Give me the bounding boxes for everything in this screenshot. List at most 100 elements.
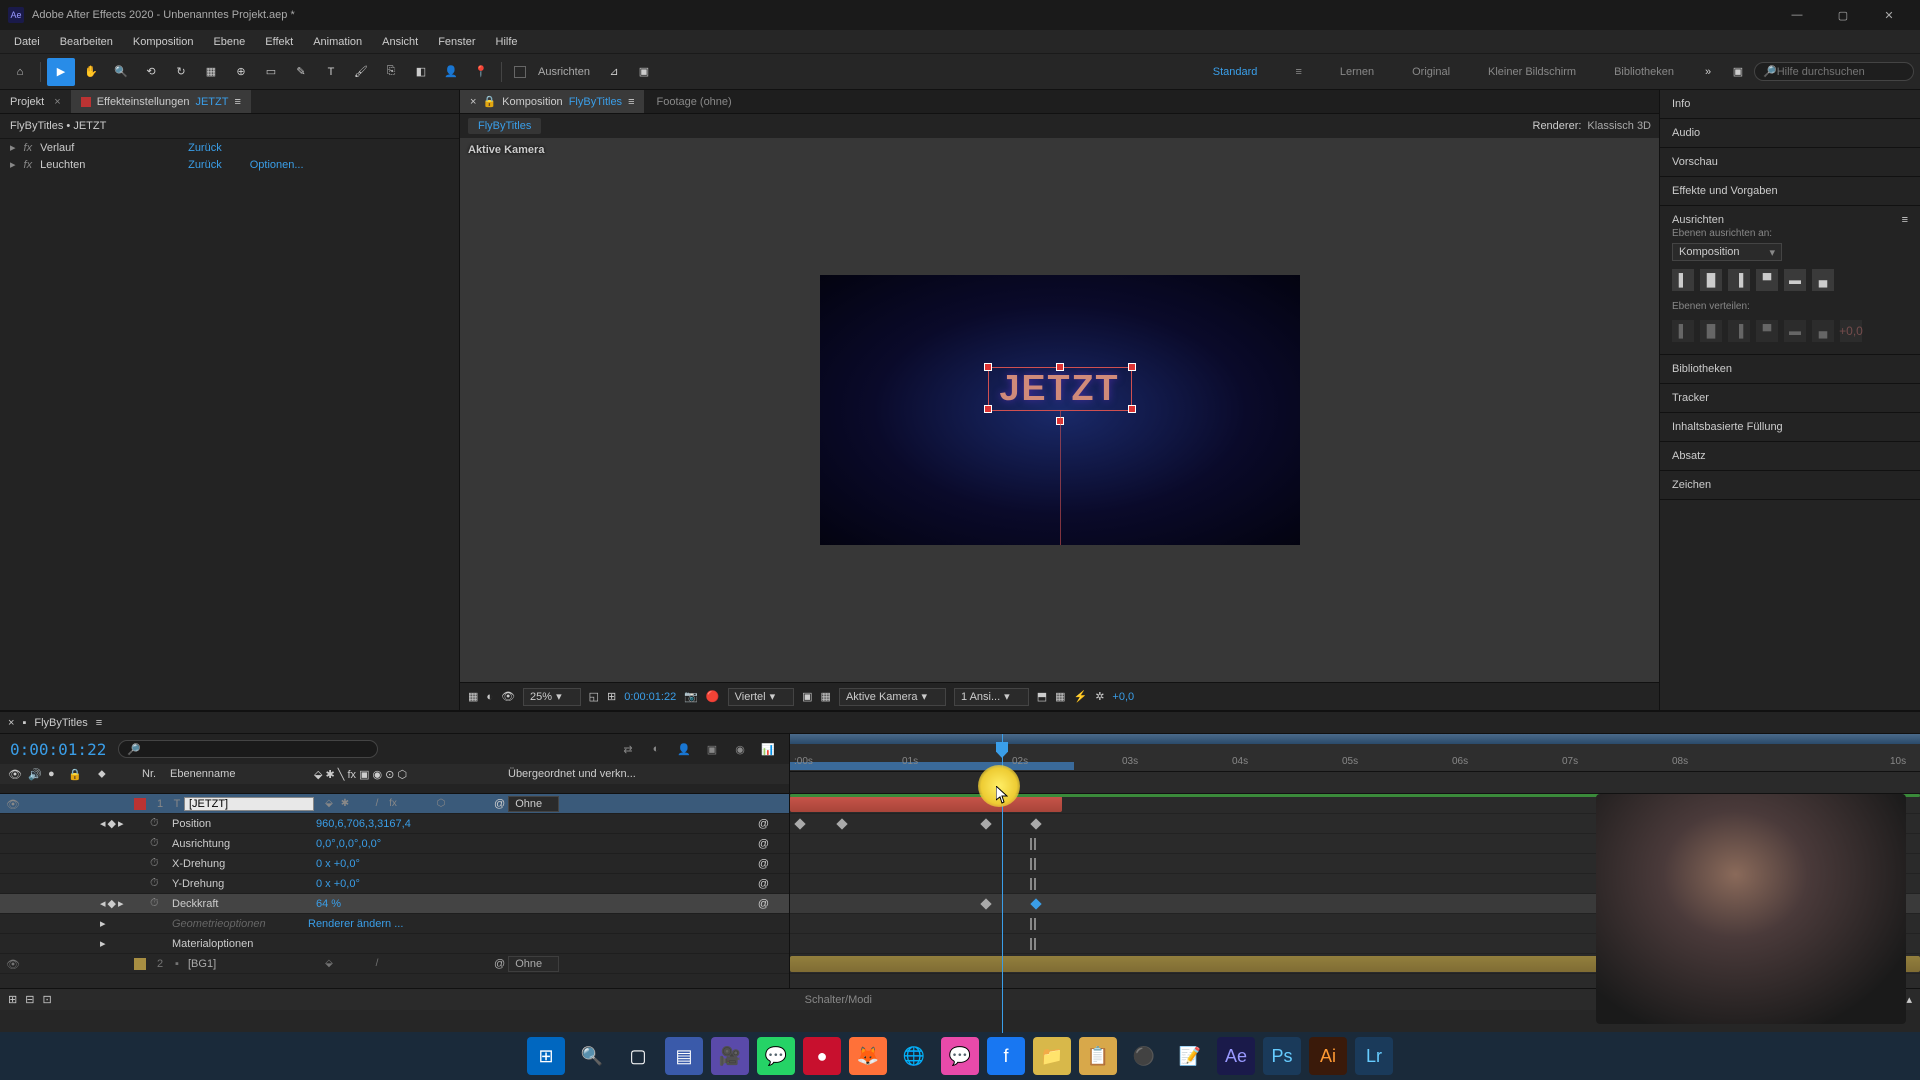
whatsapp-icon[interactable]: 💬 bbox=[757, 1037, 795, 1075]
pickwhip-icon[interactable]: @ bbox=[758, 898, 769, 910]
menu-ansicht[interactable]: Ansicht bbox=[372, 30, 428, 53]
close-icon[interactable]: × bbox=[8, 717, 14, 729]
rotate-tool[interactable]: ↻ bbox=[167, 58, 195, 86]
prop-orientation[interactable]: ⏱ Ausrichtung 0,0°,0,0°,0,0° @ bbox=[0, 834, 789, 854]
tab-effect-controls[interactable]: Effekteinstellungen JETZT ≡ bbox=[71, 90, 251, 113]
options-link[interactable]: Optionen... bbox=[250, 159, 304, 171]
reset-link[interactable]: Zurück bbox=[188, 159, 222, 171]
close-icon[interactable]: × bbox=[470, 96, 476, 108]
search-input[interactable] bbox=[1777, 66, 1905, 78]
tab-composition[interactable]: × 🔒 Komposition FlyByTitles ≡ bbox=[460, 90, 644, 113]
zoom-select[interactable]: 25% ▾ bbox=[523, 688, 581, 706]
pen-tool[interactable]: ✎ bbox=[287, 58, 315, 86]
notes-icon[interactable]: 📝 bbox=[1171, 1037, 1209, 1075]
text-tool[interactable]: T bbox=[317, 58, 345, 86]
panel-zeichen[interactable]: Zeichen bbox=[1672, 477, 1908, 493]
align-target-select[interactable]: Komposition bbox=[1672, 243, 1782, 261]
visibility-icon[interactable]: 👁 bbox=[6, 958, 18, 970]
transparency-icon[interactable]: ▦ bbox=[821, 690, 831, 703]
ai-icon[interactable]: Ai bbox=[1309, 1037, 1347, 1075]
kf-add-icon[interactable]: ◆ bbox=[108, 897, 116, 910]
time-ruler[interactable]: :00s 01s 02s 03s 04s 05s 06s 07s 08s 10s bbox=[790, 734, 1920, 772]
puppet-tool[interactable]: 📍 bbox=[467, 58, 495, 86]
panel-align-title[interactable]: Ausrichten bbox=[1672, 214, 1724, 226]
ws-more-icon[interactable]: » bbox=[1694, 58, 1722, 86]
stopwatch-icon[interactable]: ⏱ bbox=[150, 877, 168, 890]
selection-tool[interactable]: ▶ bbox=[47, 58, 75, 86]
workspace-kleiner[interactable]: Kleiner Bildschirm bbox=[1470, 54, 1594, 89]
zoom-in-icon[interactable]: ▴ bbox=[1906, 993, 1912, 1006]
maximize-button[interactable]: ▢ bbox=[1820, 0, 1866, 30]
lock-icon[interactable]: 🔒 bbox=[482, 95, 496, 108]
res-icon2[interactable]: ⊞ bbox=[607, 690, 616, 703]
pickwhip-icon[interactable]: @ bbox=[494, 958, 505, 970]
comp-flowchart-icon[interactable]: ⇄ bbox=[617, 738, 639, 760]
app-icon[interactable]: 📋 bbox=[1079, 1037, 1117, 1075]
align-left-button[interactable]: ▌ bbox=[1672, 269, 1694, 291]
clone-tool[interactable]: ⎘ bbox=[377, 58, 405, 86]
eraser-tool[interactable]: ◧ bbox=[407, 58, 435, 86]
graph-icon[interactable]: 📊 bbox=[757, 738, 779, 760]
kf-add-icon[interactable]: ◆ bbox=[108, 817, 116, 830]
ws-panel-icon[interactable]: ▣ bbox=[1724, 58, 1752, 86]
twirl-icon[interactable]: ▸ bbox=[10, 158, 16, 171]
pickwhip-icon[interactable]: @ bbox=[494, 798, 505, 810]
panel-menu-icon[interactable]: ≡ bbox=[628, 96, 634, 108]
frameblend-icon[interactable]: ▣ bbox=[701, 738, 723, 760]
panel-vorschau[interactable]: Vorschau bbox=[1672, 154, 1908, 170]
effect-verlauf[interactable]: ▸ fx Verlauf Zurück bbox=[0, 139, 459, 156]
pickwhip-icon[interactable]: @ bbox=[758, 838, 769, 850]
ae-icon[interactable]: Ae bbox=[1217, 1037, 1255, 1075]
align-hcenter-button[interactable]: ▐▌ bbox=[1700, 269, 1722, 291]
stopwatch-icon[interactable]: ⏱ bbox=[150, 857, 168, 870]
menu-bearbeiten[interactable]: Bearbeiten bbox=[50, 30, 123, 53]
prop-yrot[interactable]: ⏱ Y-Drehung 0 x +0,0° @ bbox=[0, 874, 789, 894]
ws-menu-icon[interactable]: ≡ bbox=[1277, 54, 1319, 89]
panel-contentaware[interactable]: Inhaltsbasierte Füllung bbox=[1672, 419, 1908, 435]
twirl-icon[interactable]: ▸ bbox=[100, 917, 106, 930]
toggle-modes-icon[interactable]: ⊟ bbox=[25, 993, 34, 1006]
motionblur-icon[interactable]: ◉ bbox=[729, 738, 751, 760]
workspace-standard[interactable]: Standard bbox=[1195, 54, 1276, 89]
app-icon[interactable]: 🎥 bbox=[711, 1037, 749, 1075]
3d-icon[interactable]: ⬒ bbox=[1037, 690, 1047, 703]
exposure[interactable]: +0,0 bbox=[1112, 691, 1134, 703]
stopwatch-icon[interactable]: ⏱ bbox=[150, 817, 168, 830]
firefox-icon[interactable]: 🦊 bbox=[849, 1037, 887, 1075]
ps-icon[interactable]: Ps bbox=[1263, 1037, 1301, 1075]
prop-position[interactable]: ◂◆▸ ⏱ Position 960,6,706,3,3167,4 @ bbox=[0, 814, 789, 834]
facebook-icon[interactable]: f bbox=[987, 1037, 1025, 1075]
parent-select[interactable]: Ohne bbox=[508, 796, 559, 812]
timecode[interactable]: 0:00:01:22 bbox=[10, 740, 106, 759]
comp-viewer[interactable]: Aktive Kamera JETZT bbox=[460, 138, 1659, 682]
messenger-icon[interactable]: 💬 bbox=[941, 1037, 979, 1075]
renderer-label[interactable]: Renderer:Klassisch 3D bbox=[1533, 120, 1652, 132]
twirl-icon[interactable]: ▸ bbox=[10, 141, 16, 154]
kf-next-icon[interactable]: ▸ bbox=[118, 817, 124, 830]
workspace-bibliotheken[interactable]: Bibliotheken bbox=[1596, 54, 1692, 89]
align-vcenter-button[interactable]: ▬ bbox=[1784, 269, 1806, 291]
time-display[interactable]: 0:00:01:22 bbox=[624, 691, 676, 703]
stopwatch-icon[interactable]: ⏱ bbox=[150, 897, 168, 910]
timeline-tab[interactable]: FlyByTitles bbox=[34, 717, 87, 729]
snap-opt2[interactable]: ▣ bbox=[630, 58, 658, 86]
panel-tracker[interactable]: Tracker bbox=[1672, 390, 1908, 406]
prop-material[interactable]: ▸ Materialoptionen bbox=[0, 934, 789, 954]
app-icon[interactable]: ● bbox=[803, 1037, 841, 1075]
views-count[interactable]: 1 Ansi... ▾ bbox=[954, 688, 1029, 706]
workspace-original[interactable]: Original bbox=[1394, 54, 1468, 89]
toggle-inout-icon[interactable]: ⊡ bbox=[42, 993, 51, 1006]
app-icon[interactable]: ▤ bbox=[665, 1037, 703, 1075]
timeline-search[interactable]: 🔎 bbox=[118, 740, 378, 758]
panel-info[interactable]: Info bbox=[1672, 96, 1908, 112]
layer-row-1[interactable]: 👁 1 T [JETZT] ⬙✱/fx⬡ @ Ohne bbox=[0, 794, 789, 814]
draft3d-icon[interactable]: ◐ bbox=[645, 738, 667, 760]
fast-icon[interactable]: ⚡ bbox=[1074, 690, 1088, 703]
menu-datei[interactable]: Datei bbox=[4, 30, 50, 53]
parent-select[interactable]: Ohne bbox=[508, 956, 559, 972]
menu-ebene[interactable]: Ebene bbox=[203, 30, 255, 53]
panel-menu-icon[interactable]: ≡ bbox=[96, 717, 102, 729]
fx-icon[interactable]: fx bbox=[24, 159, 33, 171]
zoom-tool[interactable]: 🔍 bbox=[107, 58, 135, 86]
snap-checkbox[interactable] bbox=[508, 58, 536, 86]
